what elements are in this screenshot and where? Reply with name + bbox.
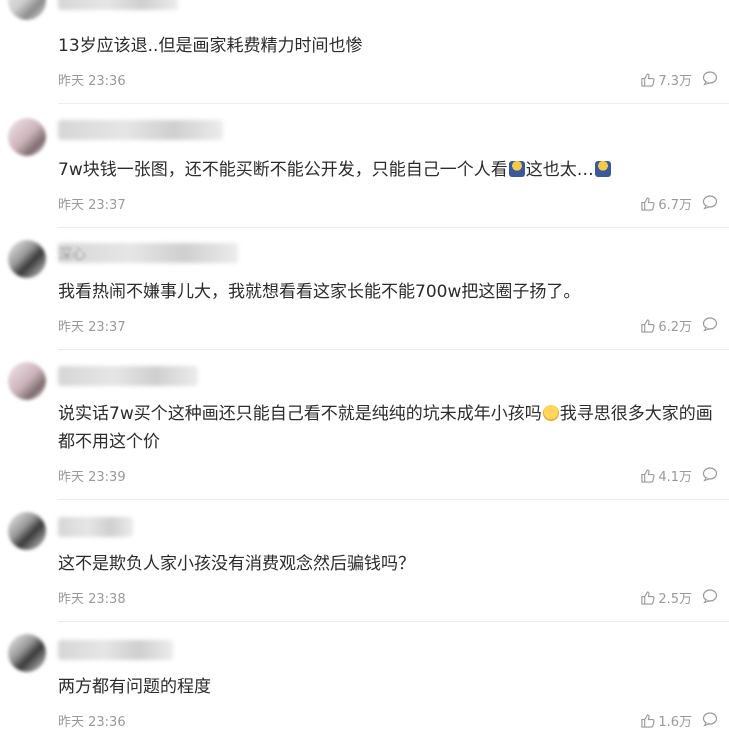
facepalm-emoji-icon: [594, 161, 611, 177]
comment-text: 这不是欺负人家小孩没有消费观念然后骗钱吗？: [58, 554, 415, 574]
comment-text: 两方都有问题的程度: [58, 677, 211, 697]
comment-bubble-icon[interactable]: [702, 194, 718, 210]
like-button[interactable]: 4.1万: [640, 466, 692, 485]
facepalm-emoji-icon: [508, 161, 525, 177]
thumb-up-icon: [641, 319, 655, 333]
thumb-up-icon: [641, 714, 655, 728]
avatar[interactable]: [8, 362, 46, 400]
thumb-up-icon: [641, 197, 655, 211]
comment-time: 昨天 23:37: [58, 198, 126, 213]
comment-bubble-icon[interactable]: [702, 711, 718, 727]
like-count: 6.2万: [658, 320, 692, 335]
like-count: 7.3万: [658, 74, 692, 89]
comment-text: 13岁应该退..但是画家耗费精力时间也惨: [58, 36, 363, 56]
username-fragment: 深心: [58, 247, 86, 263]
comment-meta: 昨天 23:39 4.1万: [58, 466, 718, 485]
comment-time: 昨天 23:38: [58, 592, 126, 607]
divider: [58, 103, 729, 104]
comment-bubble-icon[interactable]: [702, 316, 718, 332]
username[interactable]: [58, 0, 178, 10]
avatar[interactable]: [8, 634, 46, 672]
comment-time: 昨天 23:36: [58, 74, 126, 89]
comment-time: 昨天 23:39: [58, 470, 126, 485]
comment-bubble-icon[interactable]: [702, 70, 718, 86]
smiling-face-emoji-icon: [542, 405, 559, 421]
like-button[interactable]: 6.7万: [640, 194, 692, 213]
like-count: 6.7万: [658, 198, 692, 213]
comment-bubble-icon[interactable]: [702, 466, 718, 482]
like-button[interactable]: 6.2万: [640, 316, 692, 335]
comment-text: 7w块钱一张图，还不能买断不能公开发，只能自己一个人看 这也太…: [58, 156, 718, 184]
avatar[interactable]: [8, 512, 46, 550]
comment-text: 我看热闹不嫌事儿大，我就想看看这家长能不能700w把这圈子扬了。: [58, 282, 581, 302]
username[interactable]: [58, 640, 173, 660]
divider: [58, 499, 729, 500]
like-count: 4.1万: [658, 470, 692, 485]
username[interactable]: [58, 366, 198, 386]
divider: [58, 349, 729, 350]
like-count: 2.5万: [658, 592, 692, 607]
comment-text-part: 说实话7w买个这种画还只能自己看不就是纯纯的坑未成年小孩吗: [58, 404, 542, 424]
divider: [58, 227, 729, 228]
thumb-up-icon: [641, 469, 655, 483]
comment-meta: 昨天 23:37 6.7万: [58, 194, 718, 213]
comment-text: 说实话7w买个这种画还只能自己看不就是纯纯的坑未成年小孩吗 我寻思很多大家的画都不…: [58, 400, 718, 456]
avatar[interactable]: [8, 118, 46, 156]
like-button[interactable]: 7.3万: [640, 70, 692, 89]
comment-meta: 昨天 23:36 7.3万: [58, 70, 718, 89]
username[interactable]: [58, 120, 223, 140]
comment-text-part: 这也太…: [525, 160, 594, 180]
like-button[interactable]: 1.6万: [640, 711, 692, 730]
like-button[interactable]: 2.5万: [640, 588, 692, 607]
comment-meta: 昨天 23:36 1.6万: [58, 711, 718, 730]
comment-bubble-icon[interactable]: [702, 588, 718, 604]
avatar[interactable]: [8, 0, 46, 20]
username[interactable]: [58, 517, 133, 537]
avatar[interactable]: [8, 240, 46, 278]
comment-time: 昨天 23:36: [58, 715, 126, 730]
divider: [58, 621, 729, 622]
comment-text-part: 7w块钱一张图，还不能买断不能公开发，只能自己一个人看: [58, 160, 508, 180]
comment-meta: 昨天 23:38 2.5万: [58, 588, 718, 607]
like-count: 1.6万: [658, 715, 692, 730]
comment-feed: 13岁应该退..但是画家耗费精力时间也惨 昨天 23:36 7.3万 7w块钱一…: [0, 0, 729, 745]
comment-meta: 昨天 23:37 6.2万: [58, 316, 718, 335]
thumb-up-icon: [641, 591, 655, 605]
comment-time: 昨天 23:37: [58, 320, 126, 335]
thumb-up-icon: [641, 73, 655, 87]
